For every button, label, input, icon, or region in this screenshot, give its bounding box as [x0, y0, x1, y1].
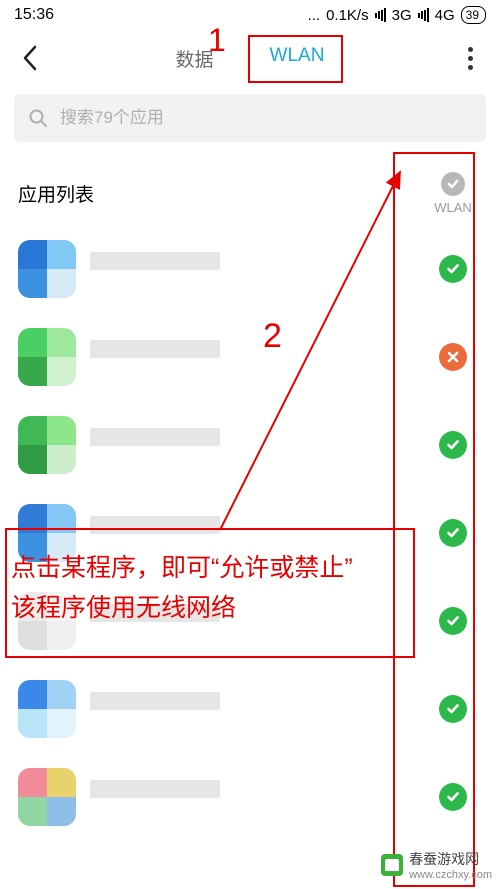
signal-bars-icon: [375, 8, 386, 22]
search-icon: [28, 108, 48, 128]
close-icon: [445, 349, 461, 365]
app-row[interactable]: [0, 577, 500, 665]
toggle-allow[interactable]: [439, 519, 467, 547]
battery-icon: 39: [461, 6, 486, 24]
app-status-col: [424, 783, 482, 811]
tabs: 数据 WLAN: [50, 31, 450, 86]
app-icon: [18, 240, 76, 298]
app-name: [90, 428, 424, 462]
more-button[interactable]: [450, 38, 490, 78]
tab-data[interactable]: 数据: [148, 31, 242, 86]
app-status-col: [424, 343, 482, 371]
toggle-allow[interactable]: [439, 607, 467, 635]
app-name: [90, 692, 424, 726]
app-icon: [18, 592, 76, 650]
status-3g: 3G: [392, 7, 412, 24]
app-row[interactable]: [0, 665, 500, 753]
app-icon: [18, 768, 76, 826]
app-name: [90, 780, 424, 814]
app-name: [90, 340, 424, 374]
checkmark-icon: [445, 701, 461, 717]
search-wrap: [0, 86, 500, 150]
column-label: WLAN: [434, 200, 472, 215]
column-toggle-all[interactable]: [441, 172, 465, 196]
tab-bar: 数据 WLAN: [0, 30, 500, 86]
watermark-text: 春蚕游戏网 www.czchxy.com: [409, 849, 492, 881]
app-icon: [18, 328, 76, 386]
app-name: [90, 252, 424, 286]
status-bar: 15:36 ... 0.1K/s 3G 4G 39: [0, 0, 500, 30]
toggle-allow[interactable]: [439, 431, 467, 459]
chevron-left-icon: [21, 44, 39, 72]
app-name: [90, 604, 424, 638]
app-row[interactable]: [0, 313, 500, 401]
more-dots-icon: [468, 47, 473, 52]
checkmark-icon: [446, 177, 460, 191]
app-status-col: [424, 431, 482, 459]
app-row[interactable]: [0, 225, 500, 313]
checkmark-icon: [445, 525, 461, 541]
tab-wlan[interactable]: WLAN: [242, 31, 353, 86]
toggle-allow[interactable]: [439, 255, 467, 283]
app-row[interactable]: [0, 401, 500, 489]
status-net-speed: 0.1K/s: [326, 7, 369, 24]
app-icon: [18, 680, 76, 738]
watermark: 春蚕游戏网 www.czchxy.com: [381, 849, 492, 881]
app-status-col: [424, 695, 482, 723]
app-status-col: [424, 255, 482, 283]
app-icon: [18, 416, 76, 474]
watermark-icon: [381, 854, 403, 876]
app-list: [0, 225, 500, 841]
checkmark-icon: [445, 789, 461, 805]
toggle-deny[interactable]: [439, 343, 467, 371]
list-header: 应用列表 WLAN: [0, 150, 500, 225]
app-name: [90, 516, 424, 550]
app-status-col: [424, 607, 482, 635]
status-4g: 4G: [435, 7, 455, 24]
status-time: 15:36: [14, 6, 54, 24]
app-row[interactable]: [0, 753, 500, 841]
list-title: 应用列表: [18, 180, 424, 207]
status-dots: ...: [308, 7, 321, 24]
toggle-allow[interactable]: [439, 783, 467, 811]
checkmark-icon: [445, 613, 461, 629]
signal-bars-icon: [418, 8, 429, 22]
toggle-allow[interactable]: [439, 695, 467, 723]
checkmark-icon: [445, 437, 461, 453]
app-status-col: [424, 519, 482, 547]
status-indicators: ... 0.1K/s 3G 4G 39: [308, 6, 486, 24]
app-icon: [18, 504, 76, 562]
search-input[interactable]: [58, 107, 472, 129]
back-button[interactable]: [10, 38, 50, 78]
checkmark-icon: [445, 261, 461, 277]
column-header-wlan[interactable]: WLAN: [424, 172, 482, 215]
search-box[interactable]: [14, 94, 486, 142]
app-row[interactable]: [0, 489, 500, 577]
